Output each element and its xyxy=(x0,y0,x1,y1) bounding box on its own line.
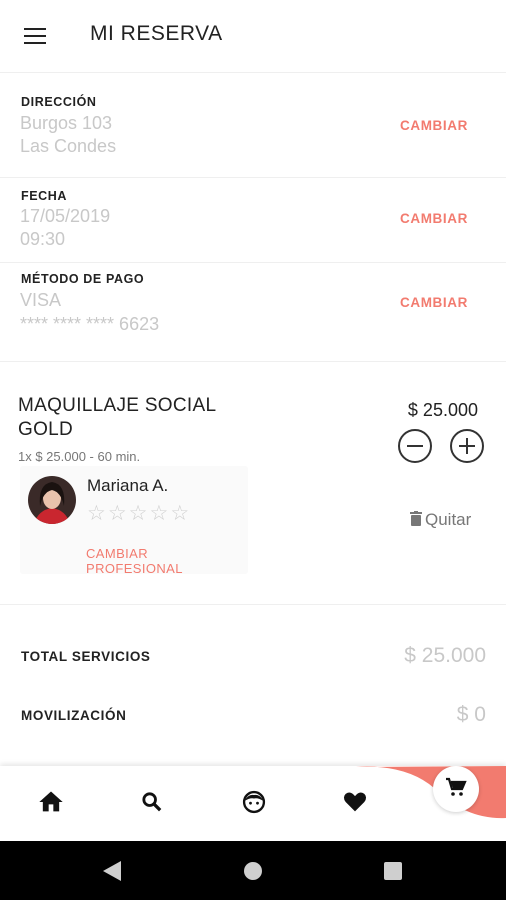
remove-label: Quitar xyxy=(425,510,472,529)
service-name: MAQUILLAJE SOCIAL GOLD xyxy=(18,395,216,440)
payment-label: MÉTODO DE PAGO xyxy=(21,272,145,286)
address-line1: Burgos 103 xyxy=(20,113,113,133)
minus-icon xyxy=(407,445,423,447)
system-navigation-bar xyxy=(0,841,506,900)
divider xyxy=(0,361,506,362)
change-professional-button[interactable]: CAMBIAR PROFESIONAL xyxy=(86,546,248,576)
home-circle-icon[interactable] xyxy=(243,861,263,881)
decrease-quantity-button[interactable] xyxy=(398,429,432,463)
date-label: FECHA xyxy=(21,189,68,203)
total-services-label: TOTAL SERVICIOS xyxy=(21,649,151,664)
cart-icon xyxy=(446,777,467,796)
divider xyxy=(0,262,506,263)
home-icon[interactable] xyxy=(37,788,65,816)
payment-type: VISA xyxy=(20,290,62,310)
bottom-navigation xyxy=(0,766,506,841)
avatar xyxy=(28,476,76,524)
total-services-value: $ 25.000 xyxy=(404,644,486,667)
rating-stars[interactable]: ☆☆☆☆☆ xyxy=(87,501,191,526)
cart-highlight-shape xyxy=(356,766,506,819)
time-value: 09:30 xyxy=(20,229,66,249)
change-date-button[interactable]: CAMBIAR xyxy=(400,211,468,226)
remove-button[interactable]: Quitar xyxy=(410,510,471,531)
menu-button[interactable] xyxy=(22,26,48,46)
page-title: MI RESERVA xyxy=(90,22,223,45)
star-icon[interactable]: ☆ xyxy=(149,502,170,525)
card-number: **** **** **** 6623 xyxy=(20,314,160,334)
transport-label: MOVILIZACIÓN xyxy=(21,708,127,723)
transport-value: $ 0 xyxy=(456,703,486,726)
service-price: $ 25.000 xyxy=(407,400,478,420)
heart-icon[interactable] xyxy=(341,788,369,816)
service-detail: 1x $ 25.000 - 60 min. xyxy=(18,449,141,464)
search-icon[interactable] xyxy=(138,788,166,816)
divider xyxy=(0,72,506,73)
professional-card: Mariana A. ☆☆☆☆☆ CAMBIAR PROFESIONAL xyxy=(20,466,248,576)
recents-icon[interactable] xyxy=(383,861,403,881)
back-icon[interactable] xyxy=(101,860,123,882)
change-address-button[interactable]: CAMBIAR xyxy=(400,118,468,133)
address-line2: Las Condes xyxy=(20,136,117,156)
address-label: DIRECCIÓN xyxy=(21,95,97,109)
divider xyxy=(0,177,506,178)
change-payment-button[interactable]: CAMBIAR xyxy=(400,295,468,310)
star-icon[interactable]: ☆ xyxy=(87,502,108,525)
cart-button[interactable] xyxy=(433,766,479,812)
face-icon[interactable] xyxy=(240,788,268,816)
date-value: 17/05/2019 xyxy=(20,206,111,226)
app-bar: MI RESERVA xyxy=(0,0,506,72)
professional-name: Mariana A. xyxy=(87,476,169,495)
divider xyxy=(0,604,506,605)
increase-quantity-button[interactable] xyxy=(450,429,484,463)
star-icon[interactable]: ☆ xyxy=(170,502,191,525)
trash-icon xyxy=(410,510,422,531)
star-icon[interactable]: ☆ xyxy=(129,502,150,525)
star-icon[interactable]: ☆ xyxy=(108,502,129,525)
